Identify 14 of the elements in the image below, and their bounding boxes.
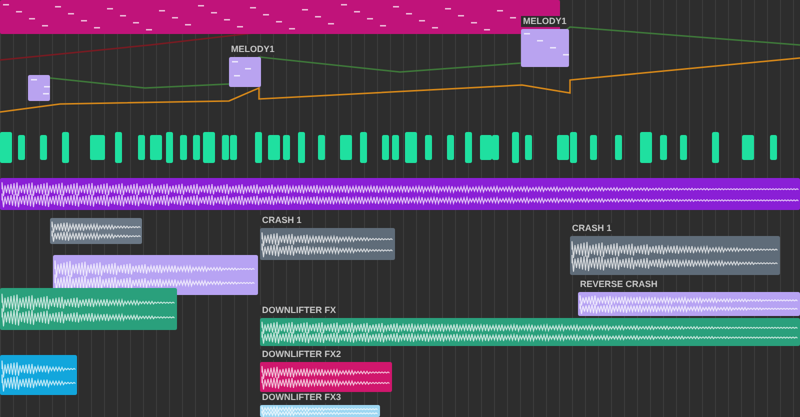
clip[interactable]	[229, 57, 261, 87]
midi-notes-drawing	[232, 61, 251, 76]
clip-label: DOWNLIFTER FX2	[260, 349, 343, 360]
clip[interactable]	[28, 75, 50, 101]
clip[interactable]	[521, 29, 569, 67]
clip-label: MELODY1	[229, 44, 277, 55]
midi-notes-drawing	[31, 79, 50, 94]
midi-notes-drawing	[524, 33, 569, 56]
clip-label: DOWNLIFTER FX3	[260, 392, 343, 403]
clip-label: CRASH 1	[260, 215, 304, 226]
clip-label: CRASH 1	[570, 223, 614, 234]
clip-label: DOWNLIFTER FX	[260, 305, 338, 316]
clip-label: MELODY1	[521, 16, 569, 27]
clip-label: REVERSE CRASH	[578, 279, 660, 290]
